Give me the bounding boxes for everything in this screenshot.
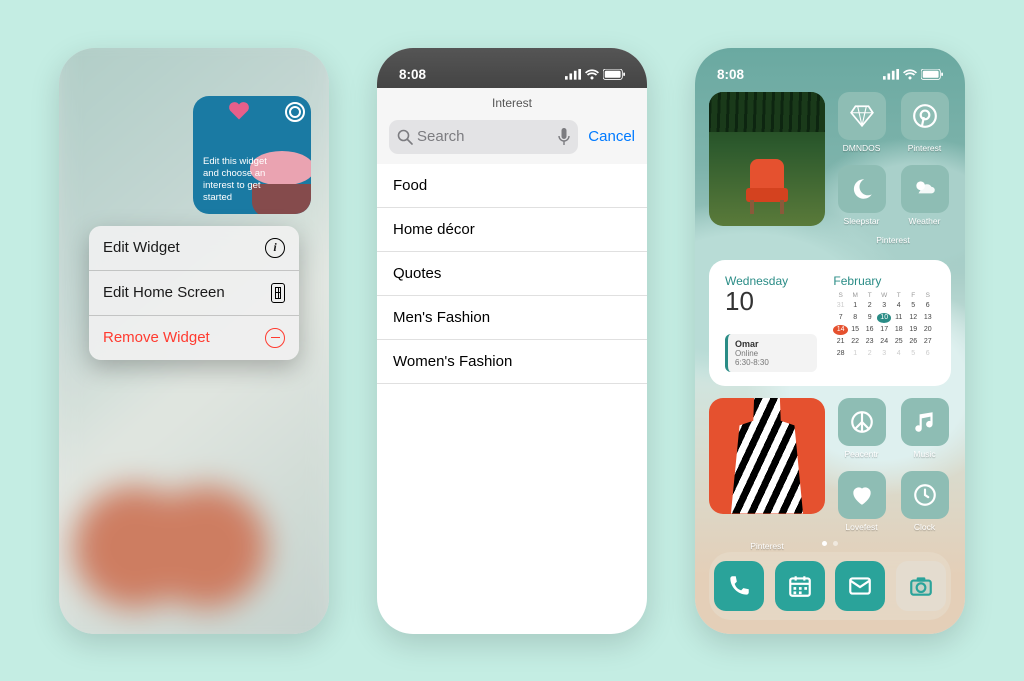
app-peacentr[interactable]: Peacentr: [835, 398, 888, 459]
moon-icon: [838, 165, 886, 213]
dock-mail[interactable]: [835, 561, 885, 611]
sheet-title: Interest: [377, 88, 647, 116]
dock-phone[interactable]: [714, 561, 764, 611]
battery-icon: [921, 69, 943, 80]
app-clock[interactable]: Clock: [898, 471, 951, 532]
app-label: Peacentr: [844, 449, 878, 459]
status-time: 8:08: [399, 67, 426, 82]
app-weather[interactable]: Weather: [898, 165, 951, 226]
app-label: Sleepstar: [844, 216, 880, 226]
pinterest-icon: [901, 92, 949, 140]
menu-label: Edit Home Screen: [103, 284, 225, 301]
page-indicator[interactable]: [695, 541, 965, 546]
app-pinterest[interactable]: Pinterest: [898, 92, 951, 153]
app-label: Clock: [914, 522, 935, 532]
calendar-event: Omar Online 6:30-8:30: [725, 334, 817, 372]
pinterest-badge-icon: [285, 102, 305, 122]
dock: [709, 552, 951, 620]
cancel-button[interactable]: Cancel: [588, 128, 635, 145]
pinterest-widget-fashion[interactable]: [709, 398, 825, 514]
list-item[interactable]: Quotes: [377, 252, 647, 296]
peace-icon: [838, 398, 886, 446]
widget-hint-text: Edit this widget and choose an interest …: [203, 156, 275, 204]
menu-label: Remove Widget: [103, 329, 210, 346]
wifi-icon: [903, 69, 917, 80]
list-item[interactable]: Women's Fashion: [377, 340, 647, 384]
search-placeholder: Search: [417, 128, 554, 145]
list-item[interactable]: Home décor: [377, 208, 647, 252]
wifi-icon: [585, 69, 599, 80]
app-label: DMNDOS: [843, 143, 881, 153]
weather-icon: [901, 165, 949, 213]
calendar-grid: SMTWTFS311234567891011121314151617181920…: [833, 292, 935, 359]
signal-icon: [883, 69, 899, 80]
heart-icon: [229, 102, 249, 120]
phone-interest-picker: 8:08 Interest Search Cancel Food Home dé…: [377, 48, 647, 634]
calendar-widget[interactable]: Wednesday 10 Omar Online 6:30-8:30 Febru…: [709, 260, 951, 386]
app-sleepstar[interactable]: Sleepstar: [835, 165, 888, 226]
app-label: Weather: [909, 216, 941, 226]
pinterest-widget-small[interactable]: Edit this widget and choose an interest …: [193, 96, 311, 214]
status-bar: 8:08: [695, 48, 965, 88]
apps-grid-icon: [271, 283, 285, 303]
info-icon: i: [265, 238, 285, 258]
widget-context-menu: Edit Widget i Edit Home Screen Remove Wi…: [89, 226, 299, 360]
search-input[interactable]: Search: [389, 120, 578, 154]
dock-calendar[interactable]: [775, 561, 825, 611]
app-label: Lovefest: [845, 522, 877, 532]
menu-label: Edit Widget: [103, 239, 180, 256]
menu-edit-widget[interactable]: Edit Widget i: [89, 226, 299, 271]
app-music[interactable]: Music: [898, 398, 951, 459]
status-bar: 8:08: [377, 48, 647, 88]
widget-label: Pinterest: [876, 235, 910, 245]
dock-camera[interactable]: [896, 561, 946, 611]
search-icon: [397, 129, 413, 145]
battery-icon: [603, 69, 625, 80]
diamond-icon: [838, 92, 886, 140]
pinterest-widget-forest[interactable]: [709, 92, 825, 226]
signal-icon: [565, 69, 581, 80]
menu-remove-widget[interactable]: Remove Widget: [89, 316, 299, 360]
status-time: 8:08: [717, 67, 744, 82]
list-item[interactable]: Food: [377, 164, 647, 208]
app-label: Music: [913, 449, 935, 459]
clock-icon: [901, 471, 949, 519]
phone-home-screen: 8:08 DMNDOS Pinterest Sleepstar: [695, 48, 965, 634]
heart-icon: [838, 471, 886, 519]
menu-edit-home-screen[interactable]: Edit Home Screen: [89, 271, 299, 316]
phone-widget-context-menu: Edit this widget and choose an interest …: [59, 48, 329, 634]
mic-icon[interactable]: [558, 128, 570, 146]
app-dmndos[interactable]: DMNDOS: [835, 92, 888, 153]
list-item[interactable]: Men's Fashion: [377, 296, 647, 340]
remove-minus-icon: [265, 328, 285, 348]
calendar-month: February: [833, 274, 935, 288]
app-lovefest[interactable]: Lovefest: [835, 471, 888, 532]
calendar-daynum: 10: [725, 288, 817, 314]
app-label: Pinterest: [908, 143, 942, 153]
music-note-icon: [901, 398, 949, 446]
interest-list: Food Home décor Quotes Men's Fashion Wom…: [377, 164, 647, 384]
